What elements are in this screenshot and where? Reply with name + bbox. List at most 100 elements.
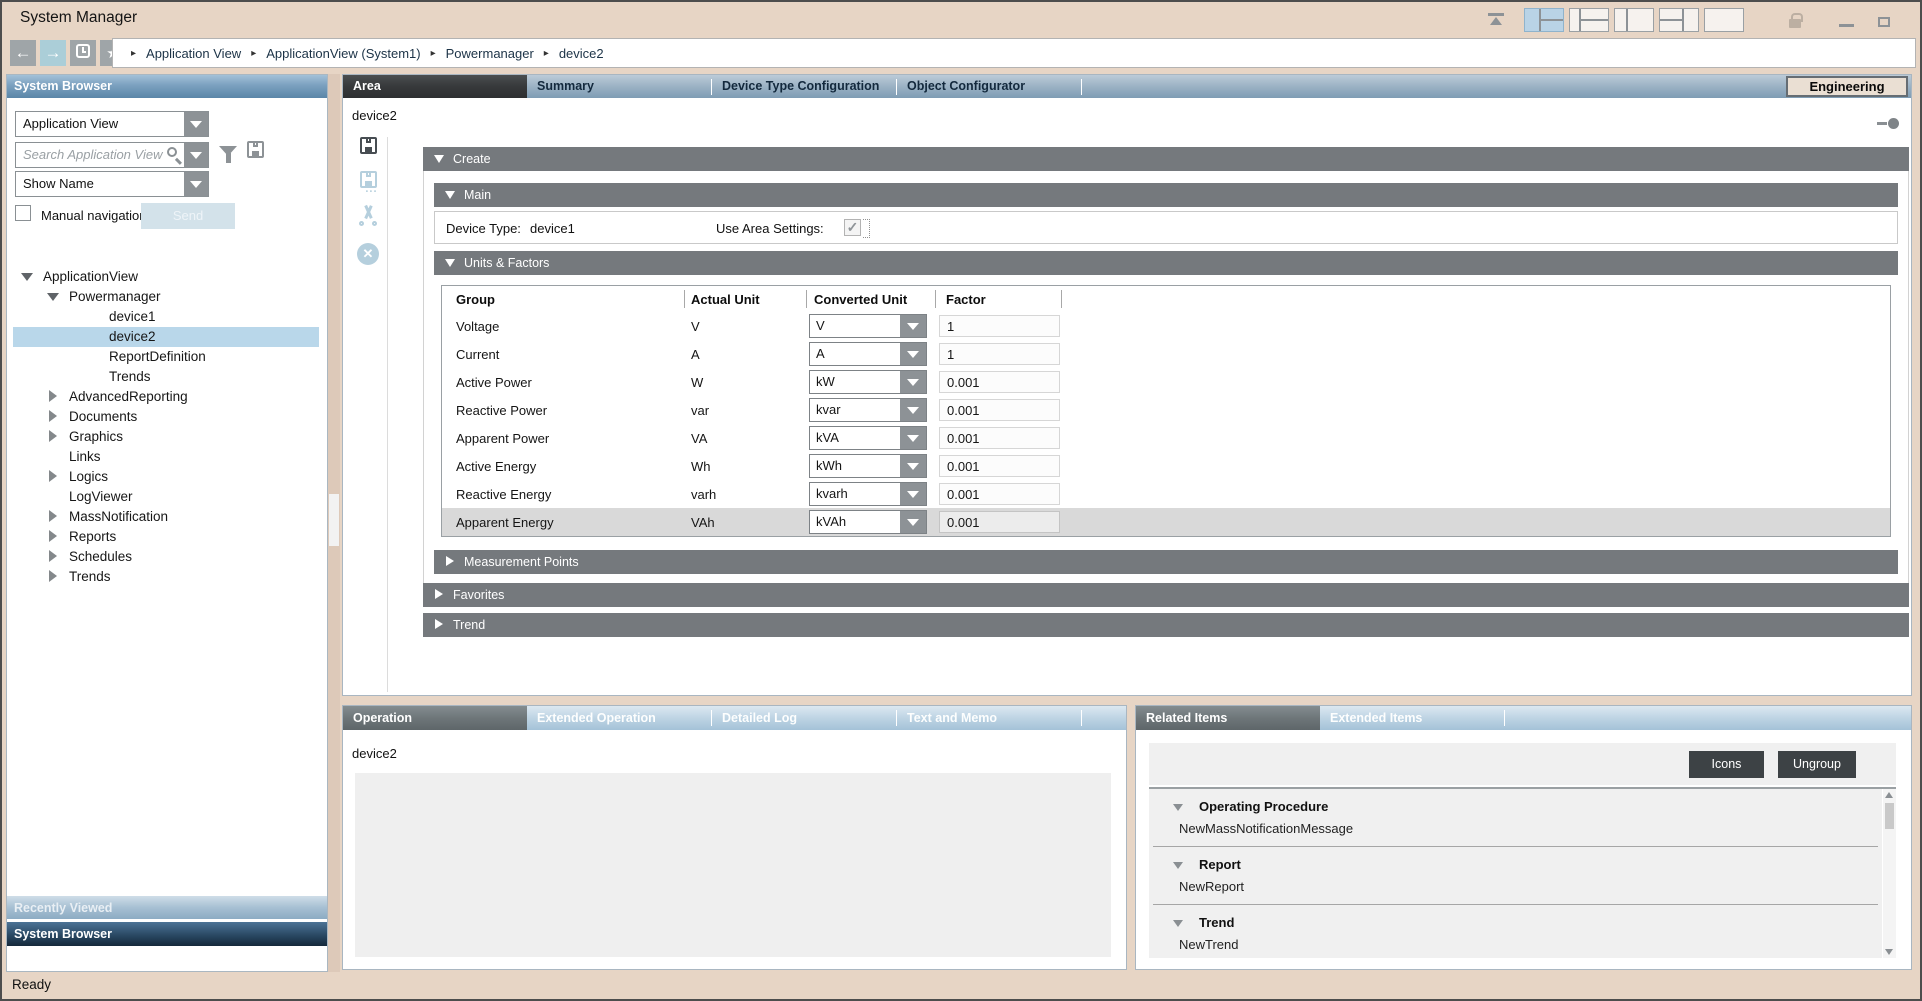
restore-button[interactable]	[1878, 17, 1890, 27]
layout-preset-4pane-button[interactable]	[1524, 8, 1564, 32]
tree-item[interactable]: Reports	[13, 527, 319, 547]
factor-input[interactable]: 0.001	[939, 511, 1060, 533]
related-item-row[interactable]: NewTrend	[1149, 935, 1882, 957]
tab-related-items[interactable]: Related Items	[1136, 706, 1320, 730]
tree-item[interactable]: Documents	[13, 407, 319, 427]
converted-unit-dropdown[interactable]: kVA	[809, 426, 927, 450]
scroll-up-icon[interactable]	[1885, 792, 1893, 798]
search-input[interactable]: Search Application View	[15, 142, 209, 168]
scroll-thumb[interactable]	[1885, 803, 1894, 829]
collapsed-triangle-icon[interactable]	[49, 390, 57, 402]
collapse-panel-icon[interactable]	[1484, 10, 1510, 30]
chevron-down-icon[interactable]	[900, 427, 926, 449]
back-button[interactable]: ←	[10, 40, 36, 66]
system-browser-bar[interactable]: System Browser	[7, 922, 327, 946]
tree-item[interactable]: Powermanager	[13, 287, 319, 307]
tree-item[interactable]: LogViewer	[13, 487, 319, 507]
tree-item[interactable]: ReportDefinition	[13, 347, 319, 367]
related-scrollbar[interactable]	[1883, 789, 1896, 958]
view-select[interactable]: Application View	[15, 111, 209, 137]
table-row[interactable]: Apparent PowerVAkVA0.001	[442, 424, 1890, 452]
chevron-down-icon[interactable]	[900, 511, 926, 533]
collapsed-triangle-icon[interactable]	[49, 430, 57, 442]
expanded-triangle-icon[interactable]	[21, 273, 33, 281]
icons-button[interactable]: Icons	[1689, 751, 1764, 778]
breadcrumb-item[interactable]: Application View	[146, 46, 241, 61]
tree-item[interactable]: Trends	[13, 567, 319, 587]
units-factors-section-header[interactable]: Units & Factors	[434, 251, 1898, 275]
tree-item[interactable]: Graphics	[13, 427, 319, 447]
table-row[interactable]: Active EnergyWhkWh0.001	[442, 452, 1890, 480]
chevron-down-icon[interactable]	[900, 483, 926, 505]
tree-item[interactable]: ApplicationView	[13, 267, 319, 287]
search-icon[interactable]	[167, 147, 177, 157]
display-mode-select[interactable]: Show Name	[15, 171, 209, 197]
related-group-row[interactable]: Trend	[1149, 913, 1882, 935]
tab-area[interactable]: Area	[343, 75, 527, 98]
tab-operation[interactable]: Operation	[343, 706, 527, 730]
factor-input[interactable]: 1	[939, 343, 1060, 365]
table-row[interactable]: Active PowerWkW0.001	[442, 368, 1890, 396]
forward-button[interactable]: →	[40, 40, 66, 66]
minimize-button[interactable]	[1839, 24, 1854, 27]
chevron-down-icon[interactable]	[184, 143, 208, 167]
sidebar-splitter[interactable]	[328, 74, 340, 972]
chevron-down-icon[interactable]	[900, 315, 926, 337]
collapsed-triangle-icon[interactable]	[49, 550, 57, 562]
create-section-header[interactable]: Create	[423, 147, 1909, 171]
converted-unit-dropdown[interactable]: kvar	[809, 398, 927, 422]
tab-summary[interactable]: Summary	[527, 75, 711, 98]
tree-item[interactable]: AdvancedReporting	[13, 387, 319, 407]
related-item-row[interactable]: NewMassNotificationMessage	[1149, 819, 1882, 841]
layout-preset-two-column-button[interactable]	[1614, 8, 1654, 32]
factor-input[interactable]: 1	[939, 315, 1060, 337]
related-group-row[interactable]: Operating Procedure	[1149, 797, 1882, 819]
trend-header-bar[interactable]: Trend	[423, 613, 1909, 637]
history-button[interactable]	[70, 40, 96, 66]
collapsed-triangle-icon[interactable]	[49, 510, 57, 522]
table-row[interactable]: CurrentAA1	[442, 340, 1890, 368]
breadcrumb-item[interactable]: Powermanager	[446, 46, 534, 61]
chevron-down-icon[interactable]	[900, 371, 926, 393]
tree-item[interactable]: device1	[13, 307, 319, 327]
converted-unit-dropdown[interactable]: kVAh	[809, 510, 927, 534]
recently-viewed-bar[interactable]: Recently Viewed	[7, 895, 327, 919]
collapse-triangle-icon[interactable]	[1173, 920, 1183, 927]
tab-device-type-configuration[interactable]: Device Type Configuration	[712, 75, 896, 98]
related-item-row[interactable]: NewReport	[1149, 877, 1882, 899]
factor-input[interactable]: 0.001	[939, 371, 1060, 393]
discard-icon[interactable]: ✕	[357, 243, 379, 265]
collapsed-triangle-icon[interactable]	[49, 570, 57, 582]
chevron-down-icon[interactable]	[900, 455, 926, 477]
factor-input[interactable]: 0.001	[939, 455, 1060, 477]
tab-text-and-memo[interactable]: Text and Memo	[897, 706, 1081, 730]
converted-unit-dropdown[interactable]: kWh	[809, 454, 927, 478]
breadcrumb-item[interactable]: ApplicationView (System1)	[266, 46, 420, 61]
collapsed-triangle-icon[interactable]	[49, 470, 57, 482]
layout-preset-left-split-button[interactable]	[1569, 8, 1609, 32]
breadcrumb-item[interactable]: device2	[559, 46, 604, 61]
table-row[interactable]: VoltageVV1	[442, 312, 1890, 340]
tab-object-configurator[interactable]: Object Configurator	[897, 75, 1081, 98]
factor-input[interactable]: 0.001	[939, 483, 1060, 505]
engineering-mode-button[interactable]: Engineering	[1786, 76, 1908, 97]
save-as-icon[interactable]: ...	[360, 171, 377, 188]
save-icon[interactable]	[360, 137, 377, 154]
scroll-down-icon[interactable]	[1885, 949, 1893, 955]
factor-input[interactable]: 0.001	[939, 427, 1060, 449]
measurement-points-section-header[interactable]: Measurement Points	[434, 550, 1898, 574]
manual-navigation-checkbox[interactable]	[15, 205, 31, 221]
layout-preset-right-split-button[interactable]	[1659, 8, 1699, 32]
tree-item[interactable]: Links	[13, 447, 319, 467]
send-button[interactable]: Send	[141, 203, 235, 229]
splitter-thumb[interactable]	[329, 494, 339, 546]
factor-input[interactable]: 0.001	[939, 399, 1060, 421]
tree-item[interactable]: Trends	[13, 367, 319, 387]
favorites-header-bar[interactable]: Favorites	[423, 583, 1909, 607]
converted-unit-dropdown[interactable]: kvarh	[809, 482, 927, 506]
collapse-triangle-icon[interactable]	[1173, 804, 1183, 811]
converted-unit-dropdown[interactable]: kW	[809, 370, 927, 394]
table-row[interactable]: Reactive Powervarkvar0.001	[442, 396, 1890, 424]
pin-handle-icon[interactable]	[1877, 118, 1899, 129]
table-row[interactable]: Apparent EnergyVAhkVAh0.001	[442, 508, 1890, 536]
